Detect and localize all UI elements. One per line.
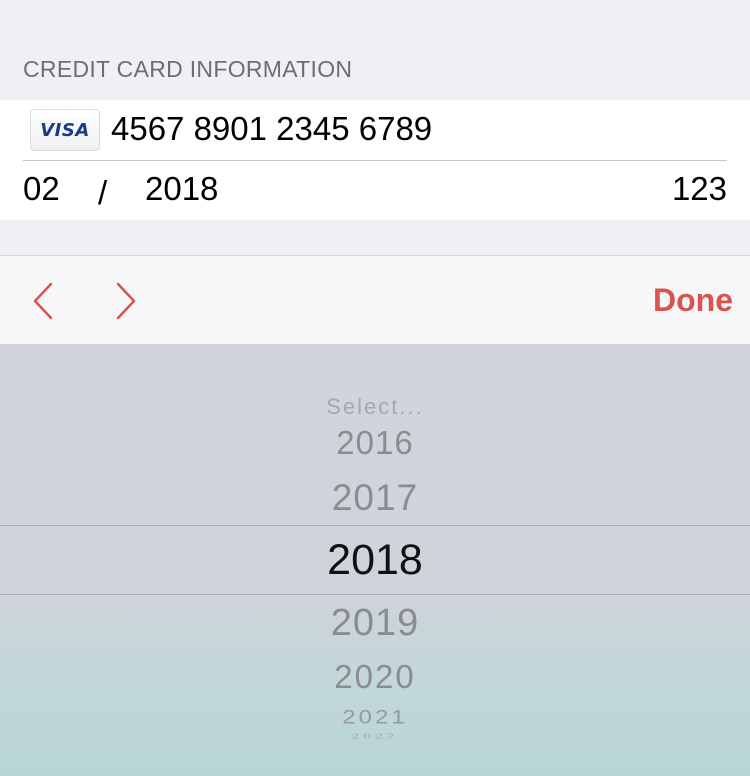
picker-option[interactable]: 2020 <box>0 658 750 696</box>
expiry-row: 02 / 2018 123 <box>0 160 750 220</box>
card-brand-label: VISA <box>40 119 90 141</box>
next-field-button[interactable] <box>111 281 141 321</box>
done-button[interactable]: Done <box>653 282 733 319</box>
expiry-year-field[interactable]: 2018 <box>145 170 218 208</box>
selection-bottom-line <box>0 594 750 595</box>
year-picker[interactable]: Select... 2016 2017 2018 2019 2020 2021 … <box>0 344 750 776</box>
cvv-field[interactable]: 123 <box>672 170 727 208</box>
expiry-month-field[interactable]: 02 <box>23 170 60 208</box>
picker-option[interactable]: 2021 <box>0 707 750 729</box>
visa-card-icon: VISA <box>30 109 100 151</box>
expiry-separator: / <box>98 174 108 211</box>
card-form: VISA 4567 8901 2345 6789 02 / 2018 123 <box>0 100 750 220</box>
input-accessory-toolbar: Done <box>0 255 750 344</box>
picker-option[interactable]: 2019 <box>0 602 750 645</box>
picker-option[interactable]: 2017 <box>0 477 750 519</box>
previous-field-button[interactable] <box>28 281 58 321</box>
picker-option-selected[interactable]: 2018 <box>0 536 750 585</box>
card-number-row[interactable]: VISA 4567 8901 2345 6789 <box>0 100 750 160</box>
card-number-field[interactable]: 4567 8901 2345 6789 <box>111 110 432 148</box>
picker-placeholder[interactable]: Select... <box>0 394 750 420</box>
picker-option[interactable]: 2016 <box>0 424 750 462</box>
selection-top-line <box>0 525 750 526</box>
chevron-left-icon <box>33 282 53 320</box>
section-header: CREDIT CARD INFORMATION <box>23 56 353 82</box>
chevron-right-icon <box>116 282 136 320</box>
picker-option[interactable]: 2022 <box>0 732 750 740</box>
